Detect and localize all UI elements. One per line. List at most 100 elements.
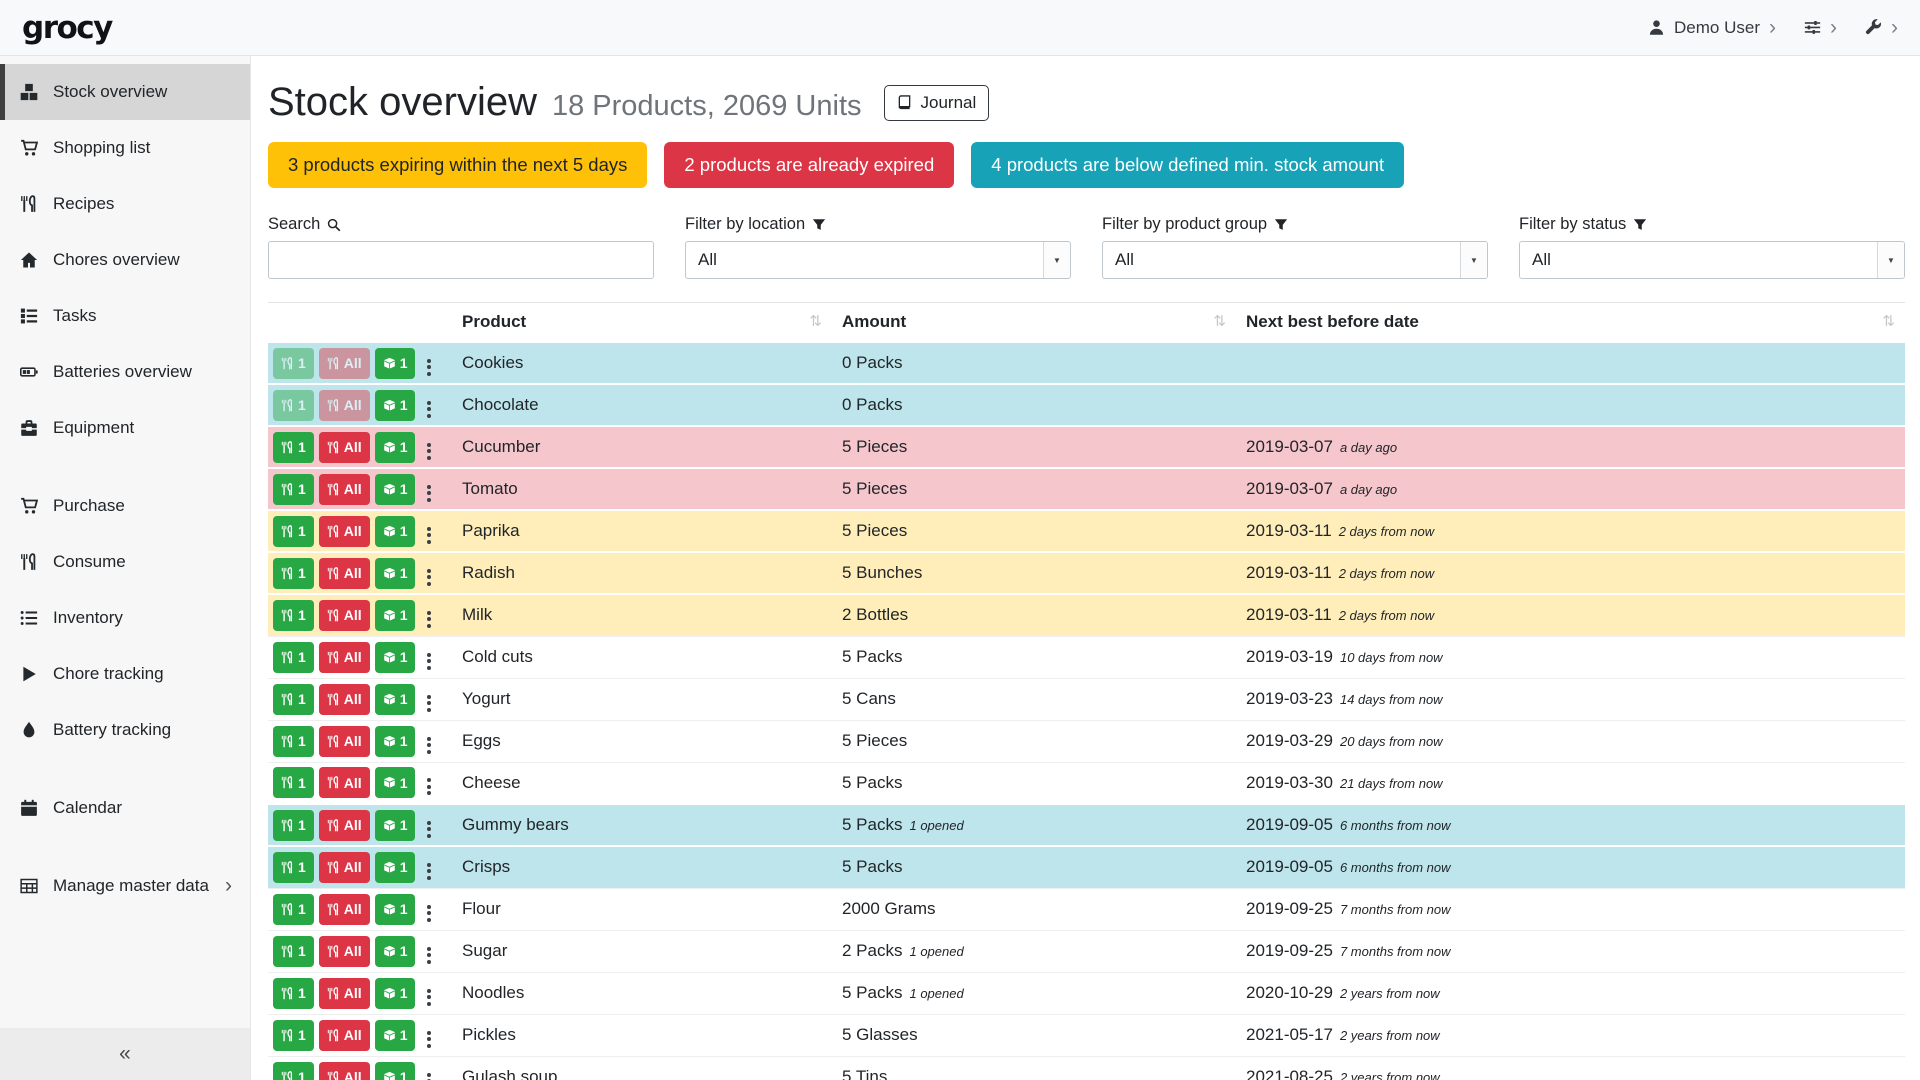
- consume-one-button[interactable]: 1: [273, 936, 314, 967]
- open-one-button[interactable]: 1: [375, 936, 416, 967]
- consume-all-button[interactable]: All: [319, 516, 370, 547]
- open-one-button[interactable]: 1: [375, 600, 416, 631]
- consume-all-button[interactable]: All: [319, 558, 370, 589]
- open-one-button[interactable]: 1: [375, 810, 416, 841]
- column-header-next-best-before-date[interactable]: ⇅Next best before date: [1236, 303, 1905, 343]
- consume-one-button[interactable]: 1: [273, 642, 314, 673]
- open-one-button[interactable]: 1: [375, 516, 416, 547]
- row-menu-button[interactable]: [420, 811, 438, 840]
- alert-warning[interactable]: 3 products expiring within the next 5 da…: [268, 142, 647, 188]
- sidebar-item-equipment[interactable]: Equipment: [0, 400, 250, 456]
- row-menu-button[interactable]: [420, 517, 438, 546]
- column-header-amount[interactable]: ⇅Amount: [832, 303, 1236, 343]
- open-one-button[interactable]: 1: [375, 894, 416, 925]
- open-one-button[interactable]: 1: [375, 642, 416, 673]
- consume-all-button[interactable]: All: [319, 642, 370, 673]
- sort-icon[interactable]: ⇅: [1213, 312, 1226, 330]
- row-menu-button[interactable]: [420, 979, 438, 1008]
- open-one-button[interactable]: 1: [375, 978, 416, 1009]
- consume-one-button[interactable]: 1: [273, 852, 314, 883]
- open-one-button[interactable]: 1: [375, 852, 416, 883]
- sidebar-item-tasks[interactable]: Tasks: [0, 288, 250, 344]
- row-menu-button[interactable]: [420, 349, 438, 378]
- row-menu-button[interactable]: [420, 937, 438, 966]
- filter-by-status-select[interactable]: All▼: [1519, 241, 1905, 279]
- consume-all-button[interactable]: All: [319, 474, 370, 505]
- consume-all-button[interactable]: All: [319, 936, 370, 967]
- settings-menu[interactable]: ›: [1804, 17, 1837, 38]
- consume-all-button[interactable]: All: [319, 726, 370, 757]
- consume-all-button[interactable]: All: [319, 1020, 370, 1051]
- open-one-button[interactable]: 1: [375, 767, 416, 798]
- open-one-button[interactable]: 1: [375, 1062, 416, 1080]
- column-header-product[interactable]: ⇅Product: [452, 303, 832, 343]
- consume-one-button[interactable]: 1: [273, 600, 314, 631]
- open-one-button[interactable]: 1: [375, 1020, 416, 1051]
- open-one-button[interactable]: 1: [375, 684, 416, 715]
- row-menu-button[interactable]: [420, 727, 438, 756]
- consume-all-button[interactable]: All: [319, 894, 370, 925]
- consume-one-button[interactable]: 1: [273, 978, 314, 1009]
- sort-icon[interactable]: ⇅: [1882, 312, 1895, 330]
- sort-icon[interactable]: ⇅: [809, 312, 822, 330]
- consume-all-button[interactable]: All: [319, 852, 370, 883]
- sidebar-item-chores-overview[interactable]: Chores overview: [0, 232, 250, 288]
- consume-one-button[interactable]: 1: [273, 432, 314, 463]
- sidebar-item-battery-tracking[interactable]: Battery tracking: [0, 702, 250, 758]
- sidebar-item-recipes[interactable]: Recipes: [0, 176, 250, 232]
- sidebar-item-shopping-list[interactable]: Shopping list: [0, 120, 250, 176]
- consume-all-button[interactable]: All: [319, 348, 370, 379]
- row-menu-button[interactable]: [420, 475, 438, 504]
- open-one-button[interactable]: 1: [375, 432, 416, 463]
- consume-all-button[interactable]: All: [319, 810, 370, 841]
- alert-info[interactable]: 4 products are below defined min. stock …: [971, 142, 1404, 188]
- open-one-button[interactable]: 1: [375, 474, 416, 505]
- open-one-button[interactable]: 1: [375, 726, 416, 757]
- search-input[interactable]: [268, 241, 654, 279]
- consume-all-button[interactable]: All: [319, 1062, 370, 1080]
- open-one-button[interactable]: 1: [375, 348, 416, 379]
- consume-one-button[interactable]: 1: [273, 1020, 314, 1051]
- consume-all-button[interactable]: All: [319, 432, 370, 463]
- row-menu-button[interactable]: [420, 853, 438, 882]
- collapse-sidebar-button[interactable]: «: [0, 1028, 250, 1080]
- sidebar-item-consume[interactable]: Consume: [0, 534, 250, 590]
- consume-all-button[interactable]: All: [319, 978, 370, 1009]
- consume-all-button[interactable]: All: [319, 684, 370, 715]
- admin-menu[interactable]: ›: [1865, 17, 1898, 38]
- consume-one-button[interactable]: 1: [273, 390, 314, 421]
- alert-danger[interactable]: 2 products are already expired: [664, 142, 954, 188]
- sidebar-item-manage-master-data[interactable]: Manage master data›: [0, 858, 250, 914]
- row-menu-button[interactable]: [420, 643, 438, 672]
- row-menu-button[interactable]: [420, 1063, 438, 1080]
- consume-all-button[interactable]: All: [319, 767, 370, 798]
- consume-one-button[interactable]: 1: [273, 810, 314, 841]
- consume-one-button[interactable]: 1: [273, 558, 314, 589]
- row-menu-button[interactable]: [420, 433, 438, 462]
- consume-all-button[interactable]: All: [319, 600, 370, 631]
- consume-one-button[interactable]: 1: [273, 516, 314, 547]
- consume-all-button[interactable]: All: [319, 390, 370, 421]
- consume-one-button[interactable]: 1: [273, 1062, 314, 1080]
- sidebar-item-batteries-overview[interactable]: Batteries overview: [0, 344, 250, 400]
- sidebar-item-stock-overview[interactable]: Stock overview: [0, 64, 250, 120]
- row-menu-button[interactable]: [420, 601, 438, 630]
- consume-one-button[interactable]: 1: [273, 474, 314, 505]
- filter-by-location-select[interactable]: All▼: [685, 241, 1071, 279]
- row-menu-button[interactable]: [420, 391, 438, 420]
- sidebar-item-inventory[interactable]: Inventory: [0, 590, 250, 646]
- row-menu-button[interactable]: [420, 768, 438, 797]
- consume-one-button[interactable]: 1: [273, 726, 314, 757]
- consume-one-button[interactable]: 1: [273, 348, 314, 379]
- sidebar-item-purchase[interactable]: Purchase: [0, 478, 250, 534]
- consume-one-button[interactable]: 1: [273, 767, 314, 798]
- sidebar-item-chore-tracking[interactable]: Chore tracking: [0, 646, 250, 702]
- filter-by-product-group-select[interactable]: All▼: [1102, 241, 1488, 279]
- journal-button[interactable]: Journal: [884, 85, 990, 121]
- user-menu[interactable]: Demo User ›: [1648, 17, 1776, 38]
- app-logo[interactable]: grocy: [22, 10, 112, 46]
- consume-one-button[interactable]: 1: [273, 684, 314, 715]
- row-menu-button[interactable]: [420, 895, 438, 924]
- row-menu-button[interactable]: [420, 685, 438, 714]
- row-menu-button[interactable]: [420, 559, 438, 588]
